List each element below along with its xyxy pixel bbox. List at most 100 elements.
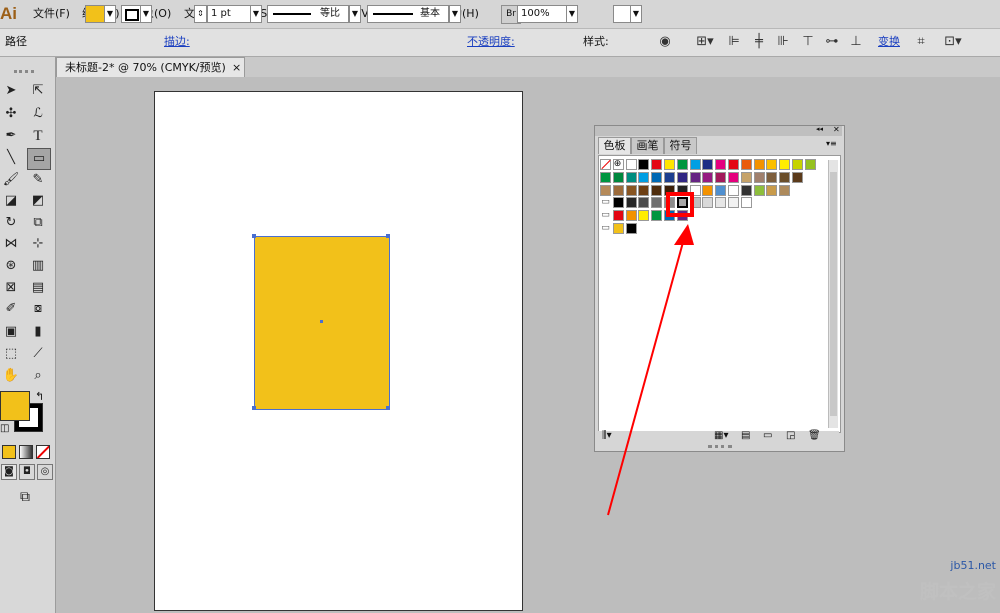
zoom-tool-icon[interactable]: ⌕ [27, 366, 49, 386]
panel-options-icon[interactable]: ⊡▾ [938, 33, 968, 51]
swap-fill-stroke-icon[interactable]: ↰ [35, 390, 44, 403]
opacity-field[interactable]: 100% [517, 5, 568, 23]
swatch[interactable] [651, 159, 663, 170]
swatch[interactable] [612, 171, 624, 183]
style-dropdown-icon[interactable]: ▼ [630, 5, 642, 23]
stroke-weight-field[interactable]: 1 pt [207, 5, 252, 23]
anchor-bottom-left[interactable] [252, 406, 256, 410]
blob-brush-tool-icon[interactable]: ◪ [0, 191, 22, 211]
registration-swatch[interactable]: ⊕ [612, 159, 624, 170]
draw-normal-icon[interactable]: ◙ [1, 464, 17, 480]
swatch[interactable] [676, 159, 688, 170]
swatch[interactable] [792, 159, 803, 170]
swatch[interactable] [689, 171, 701, 183]
swatch[interactable] [753, 171, 765, 183]
swatch[interactable] [625, 159, 637, 170]
panel-resize-grip[interactable] [708, 445, 732, 448]
tab-symbols[interactable]: 符号 [664, 137, 697, 154]
swatch[interactable] [715, 184, 727, 196]
free-transform-tool-icon[interactable]: ⊹ [27, 234, 49, 254]
isolate-icon[interactable]: ⌗ [912, 33, 930, 51]
swatch[interactable] [740, 197, 752, 209]
type-tool-icon[interactable]: T [27, 126, 49, 146]
pen-tool-icon[interactable]: ✒ [0, 126, 22, 146]
align-bottom-icon[interactable]: ⊥ [848, 33, 864, 51]
align-top-icon[interactable]: ⊤ [800, 33, 816, 51]
stroke-weight-dropdown-icon[interactable]: ▼ [250, 5, 262, 23]
column-graph-tool-icon[interactable]: ▮ [27, 322, 49, 342]
swatch[interactable] [740, 159, 752, 170]
shape-builder-tool-icon[interactable]: ⊛ [0, 256, 22, 276]
align-right-icon[interactable]: ⊪ [775, 33, 791, 51]
swatch[interactable] [804, 159, 816, 170]
stroke-weight-stepper[interactable]: ⇕ [194, 5, 207, 23]
swatch[interactable] [728, 159, 739, 170]
mesh-tool-icon[interactable]: ⊠ [0, 278, 22, 298]
none-mode-icon[interactable] [36, 445, 50, 459]
magic-wand-tool-icon[interactable]: ✣ [0, 104, 22, 124]
swatch[interactable] [676, 171, 688, 183]
graphic-style-box[interactable] [613, 5, 631, 23]
width-tool-icon[interactable]: ⋈ [0, 234, 22, 254]
swatch[interactable] [753, 184, 765, 196]
swatch[interactable] [600, 171, 611, 183]
close-tab-icon[interactable]: × [232, 58, 241, 77]
swatch[interactable] [792, 171, 803, 183]
align-center-icon[interactable]: ╪ [751, 33, 767, 51]
swatch[interactable] [638, 171, 650, 183]
profile-dropdown-icon[interactable]: ▼ [349, 5, 361, 23]
swatch[interactable] [766, 184, 778, 196]
stroke-dropdown-icon[interactable]: ▼ [140, 5, 152, 23]
blend-tool-icon[interactable]: ⧇ [27, 299, 49, 319]
tools-grip[interactable] [14, 70, 34, 73]
symbol-sprayer-tool-icon[interactable]: ▣ [0, 322, 22, 342]
swatch[interactable] [740, 184, 752, 196]
swatch[interactable] [689, 159, 701, 170]
brush-definition[interactable]: 基本 [367, 5, 449, 23]
anchor-top-right[interactable] [386, 234, 390, 238]
screen-mode-icon[interactable]: ⧉ [14, 487, 36, 507]
panel-titlebar[interactable] [595, 126, 842, 136]
rectangle-tool-icon[interactable]: ▭ [27, 148, 51, 170]
artboard-tool-icon[interactable]: ⬚ [0, 344, 22, 364]
swatch-scrollbar[interactable] [828, 160, 838, 428]
swatch[interactable] [753, 159, 765, 170]
delete-swatch-icon[interactable]: 🗑 [808, 430, 821, 441]
swatch[interactable] [779, 171, 791, 183]
close-panel-icon[interactable]: ✕ [833, 125, 840, 134]
swatch[interactable] [728, 184, 739, 196]
align-to-icon[interactable]: ⊞▾ [693, 33, 717, 51]
gradient-tool-icon[interactable]: ▤ [27, 278, 49, 298]
swatch[interactable] [779, 184, 791, 196]
swatch[interactable] [702, 171, 714, 183]
swatch[interactable] [625, 171, 637, 183]
align-middle-icon[interactable]: ⊶ [824, 33, 840, 51]
swatch[interactable] [664, 171, 675, 183]
new-color-group-icon[interactable]: ▭ [763, 430, 772, 441]
document-tab[interactable]: 未标题-2* @ 70% (CMYK/预览) × [56, 57, 245, 77]
tab-swatches[interactable]: 色板 [598, 137, 631, 154]
perspective-grid-tool-icon[interactable]: ▥ [27, 256, 49, 276]
draw-inside-icon[interactable]: ◎ [37, 464, 53, 480]
eyedropper-tool-icon[interactable]: ✐ [0, 299, 22, 319]
gradient-mode-icon[interactable] [19, 445, 33, 459]
menu-file[interactable]: 文件(F) [33, 0, 70, 28]
default-colors-icon[interactable]: ◫ [0, 423, 9, 434]
swatch[interactable] [664, 159, 675, 170]
direct-selection-tool-icon[interactable]: ⇱ [27, 81, 49, 101]
swatch[interactable] [715, 159, 727, 170]
fill-color-box[interactable] [85, 5, 105, 23]
recolor-artwork-icon[interactable]: ◉ [656, 33, 674, 51]
swatch[interactable] [638, 159, 650, 170]
eraser-tool-icon[interactable]: ◩ [27, 191, 49, 211]
fill-dropdown-icon[interactable]: ▼ [104, 5, 116, 23]
swatch[interactable] [702, 184, 714, 196]
stroke-color-box[interactable] [121, 5, 141, 23]
yellow-rectangle[interactable] [254, 236, 390, 410]
transform-link[interactable]: 变换 [878, 34, 900, 50]
selection-tool-icon[interactable]: ➤ [0, 81, 22, 101]
stroke-link[interactable]: 描边: [164, 34, 190, 50]
swatch-options-icon[interactable]: ▤ [741, 430, 750, 441]
variable-width-profile[interactable]: 等比 [267, 5, 349, 23]
swatch[interactable] [728, 171, 739, 183]
